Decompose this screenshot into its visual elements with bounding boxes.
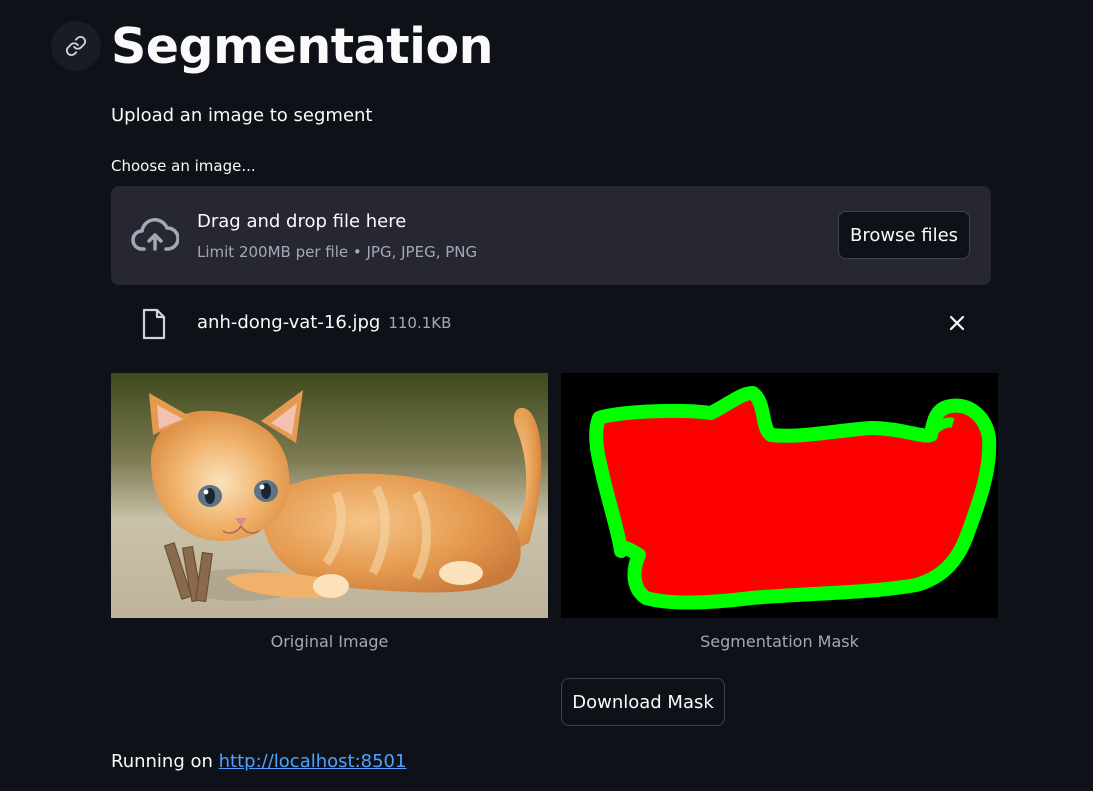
dropzone-title: Drag and drop file here <box>197 211 407 232</box>
header-anchor-link[interactable] <box>51 21 101 71</box>
mask-image-caption: Segmentation Mask <box>700 632 859 651</box>
segmentation-mask-image <box>561 373 998 618</box>
page-subtitle: Upload an image to segment <box>111 105 373 126</box>
mask-render <box>561 373 998 618</box>
cloud-upload-icon <box>131 218 179 251</box>
close-icon <box>949 315 965 331</box>
file-size: 110.1KB <box>388 314 452 332</box>
original-image <box>111 373 548 618</box>
streamlit-app: Segmentation Upload an image to segment … <box>0 0 1093 791</box>
uploader-label: Choose an image... <box>111 157 256 175</box>
file-icon <box>142 308 166 340</box>
remove-file-button[interactable] <box>946 312 968 334</box>
browse-files-button[interactable]: Browse files <box>838 211 970 259</box>
dropzone-limit-text: Limit 200MB per file • JPG, JPEG, PNG <box>197 243 478 261</box>
link-icon <box>65 35 87 57</box>
file-name-line: anh-dong-vat-16.jpg 110.1KB <box>197 311 451 335</box>
running-footer: Running on http://localhost:8501 <box>111 749 406 775</box>
file-name: anh-dong-vat-16.jpg <box>197 312 381 333</box>
localhost-link[interactable]: http://localhost:8501 <box>219 751 407 772</box>
file-dropzone[interactable]: Drag and drop file here Limit 200MB per … <box>111 186 991 285</box>
uploaded-file-row: anh-dong-vat-16.jpg 110.1KB <box>111 301 991 345</box>
running-prefix: Running on <box>111 751 213 772</box>
kitten-photo <box>111 373 548 618</box>
page-title: Segmentation <box>111 18 494 75</box>
original-image-caption: Original Image <box>270 632 389 651</box>
download-mask-button[interactable]: Download Mask <box>561 678 725 726</box>
